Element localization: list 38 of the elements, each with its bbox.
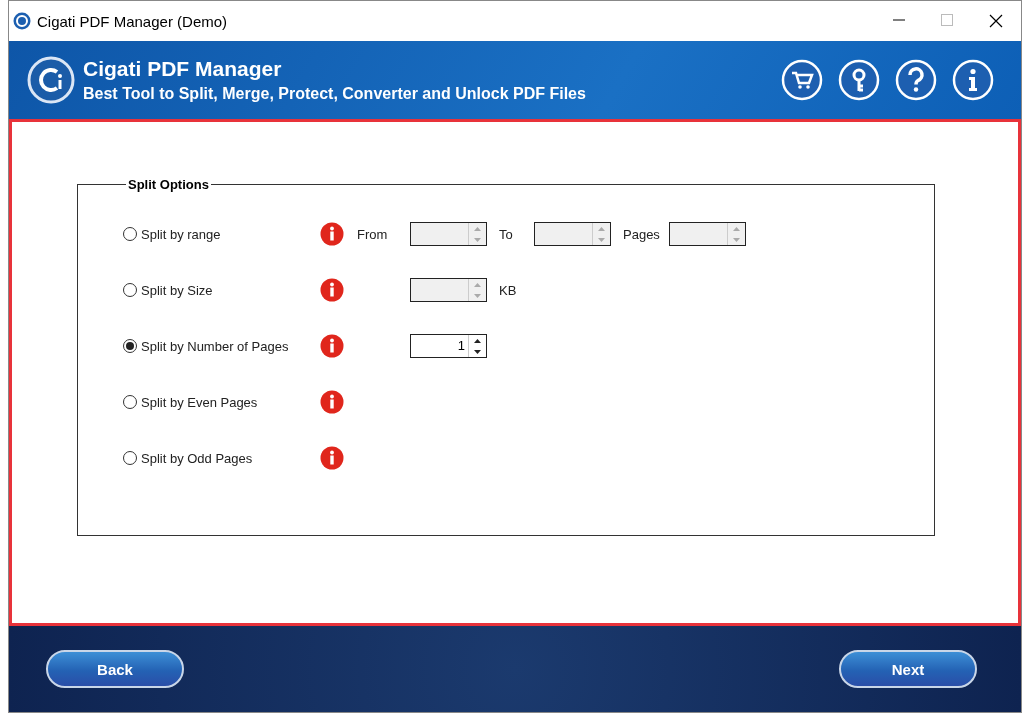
radio-button[interactable]	[123, 339, 137, 353]
field-label: To	[498, 226, 514, 242]
option-label: Split by range	[141, 226, 221, 242]
app-subtitle: Best Tool to Split, Merge, Protect, Converter and Unlock PDF Files	[83, 85, 587, 103]
cart-icon[interactable]	[781, 59, 823, 101]
option-label: Split by Odd Pages	[141, 450, 253, 466]
radio-button[interactable]	[123, 395, 137, 409]
radio-option[interactable]: Split by range	[123, 226, 313, 242]
radio-option[interactable]: Split by Odd Pages	[123, 450, 313, 466]
app-logo-icon	[13, 12, 31, 30]
option-label: Split by Even Pages	[141, 394, 258, 410]
info-icon[interactable]	[320, 222, 344, 246]
close-icon[interactable]	[989, 14, 1003, 28]
radio-option[interactable]: Split by Size	[123, 282, 313, 298]
radio-option[interactable]: Split by Number of Pages	[123, 338, 313, 354]
info-icon[interactable]	[320, 390, 344, 414]
info-icon[interactable]	[320, 446, 344, 470]
app-logo-icon	[27, 56, 75, 104]
app-title: Cigati PDF Manager	[83, 57, 283, 81]
nav-button[interactable]: Next	[839, 650, 977, 688]
radio-button[interactable]	[123, 283, 137, 297]
field-label: From	[356, 226, 389, 242]
radio-button[interactable]	[123, 227, 137, 241]
key-icon[interactable]	[838, 59, 880, 101]
info-icon[interactable]	[320, 334, 344, 358]
info-icon[interactable]	[952, 59, 994, 101]
field-label: Pages	[622, 226, 661, 242]
window-title: Cigati PDF Manager (Demo)	[37, 12, 229, 30]
radio-option[interactable]: Split by Even Pages	[123, 394, 313, 410]
help-icon[interactable]	[895, 59, 937, 101]
field-label: KB	[498, 282, 518, 298]
radio-button[interactable]	[123, 451, 137, 465]
nav-button[interactable]: Back	[46, 650, 184, 688]
option-label: Split by Number of Pages	[141, 338, 289, 354]
number-spinner[interactable]: 1	[410, 334, 487, 358]
option-label: Split by Size	[141, 282, 213, 298]
group-title: Split Options	[127, 177, 210, 192]
info-icon[interactable]	[320, 278, 344, 302]
